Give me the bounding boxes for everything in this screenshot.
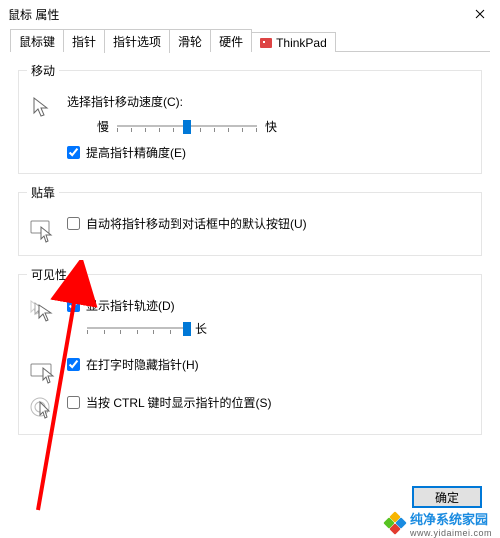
trails-label: 显示指针轨迹(D)	[86, 297, 175, 314]
watermark-url: www.yidaimei.com	[410, 528, 492, 538]
tab-pointers[interactable]: 指针	[63, 29, 105, 52]
snap-icon	[27, 215, 57, 243]
tab-hardware[interactable]: 硬件	[210, 29, 252, 52]
enhance-precision-input[interactable]	[67, 146, 80, 159]
tab-pointer-options[interactable]: 指针选项	[104, 29, 170, 53]
hide-typing-label: 在打字时隐藏指针(H)	[86, 356, 199, 373]
ctrl-locate-input[interactable]	[67, 396, 80, 409]
dialog-button-row: 确定	[10, 486, 490, 508]
tab-thinkpad[interactable]: ThinkPad	[251, 32, 336, 52]
hide-typing-input[interactable]	[67, 358, 80, 371]
snap-input[interactable]	[67, 217, 80, 230]
ctrl-locate-icon	[27, 394, 57, 422]
group-motion-legend: 移动	[27, 62, 59, 79]
tab-page-pointer-options: 移动 选择指针移动速度(C): 慢 快	[0, 52, 500, 455]
group-visibility-legend: 可见性	[27, 266, 71, 283]
watermark-brand: 纯净系统家园	[410, 509, 492, 528]
speed-slow-label: 慢	[97, 118, 109, 135]
hide-typing-checkbox[interactable]: 在打字时隐藏指针(H)	[67, 356, 473, 373]
tab-strip: 鼠标键 指针 指针选项 滑轮 硬件 ThinkPad	[0, 28, 500, 52]
speed-fast-label: 快	[265, 118, 277, 135]
trails-length-slider[interactable]	[87, 318, 187, 338]
trails-input[interactable]	[67, 299, 80, 312]
enhance-precision-checkbox[interactable]: 提高指针精确度(E)	[67, 144, 473, 161]
watermark: 纯净系统家园 www.yidaimei.com	[386, 510, 492, 536]
tab-buttons[interactable]: 鼠标键	[10, 29, 64, 52]
trails-long-label: 长	[195, 320, 207, 337]
group-snap: 贴靠 自动将指针移动到对话框中的默认按钮(U)	[18, 184, 482, 256]
title-bar: 鼠标 属性	[0, 0, 500, 28]
watermark-logo-icon	[386, 514, 404, 532]
thinkpad-icon	[260, 38, 272, 48]
trails-checkbox[interactable]: 显示指针轨迹(D)	[67, 297, 473, 314]
trails-icon	[27, 297, 57, 325]
close-icon	[475, 9, 485, 19]
group-motion: 移动 选择指针移动速度(C): 慢 快	[18, 62, 482, 174]
pointer-speed-label: 选择指针移动速度(C):	[67, 93, 473, 110]
hide-typing-icon	[27, 356, 57, 384]
tab-wheel[interactable]: 滑轮	[169, 29, 211, 52]
pointer-speed-slider[interactable]	[117, 116, 257, 136]
group-snap-legend: 贴靠	[27, 184, 59, 201]
ok-button[interactable]: 确定	[412, 486, 482, 508]
enhance-precision-label: 提高指针精确度(E)	[86, 144, 186, 161]
snap-label: 自动将指针移动到对话框中的默认按钮(U)	[86, 215, 307, 232]
ctrl-locate-label: 当按 CTRL 键时显示指针的位置(S)	[86, 394, 272, 411]
window-title: 鼠标 属性	[8, 6, 59, 23]
pointer-speed-icon	[27, 93, 57, 121]
snap-checkbox[interactable]: 自动将指针移动到对话框中的默认按钮(U)	[67, 215, 473, 232]
ctrl-locate-checkbox[interactable]: 当按 CTRL 键时显示指针的位置(S)	[67, 394, 473, 411]
tab-thinkpad-label: ThinkPad	[276, 36, 327, 50]
close-button[interactable]	[460, 0, 500, 28]
group-visibility: 可见性 显示指针轨迹(D)	[18, 266, 482, 435]
